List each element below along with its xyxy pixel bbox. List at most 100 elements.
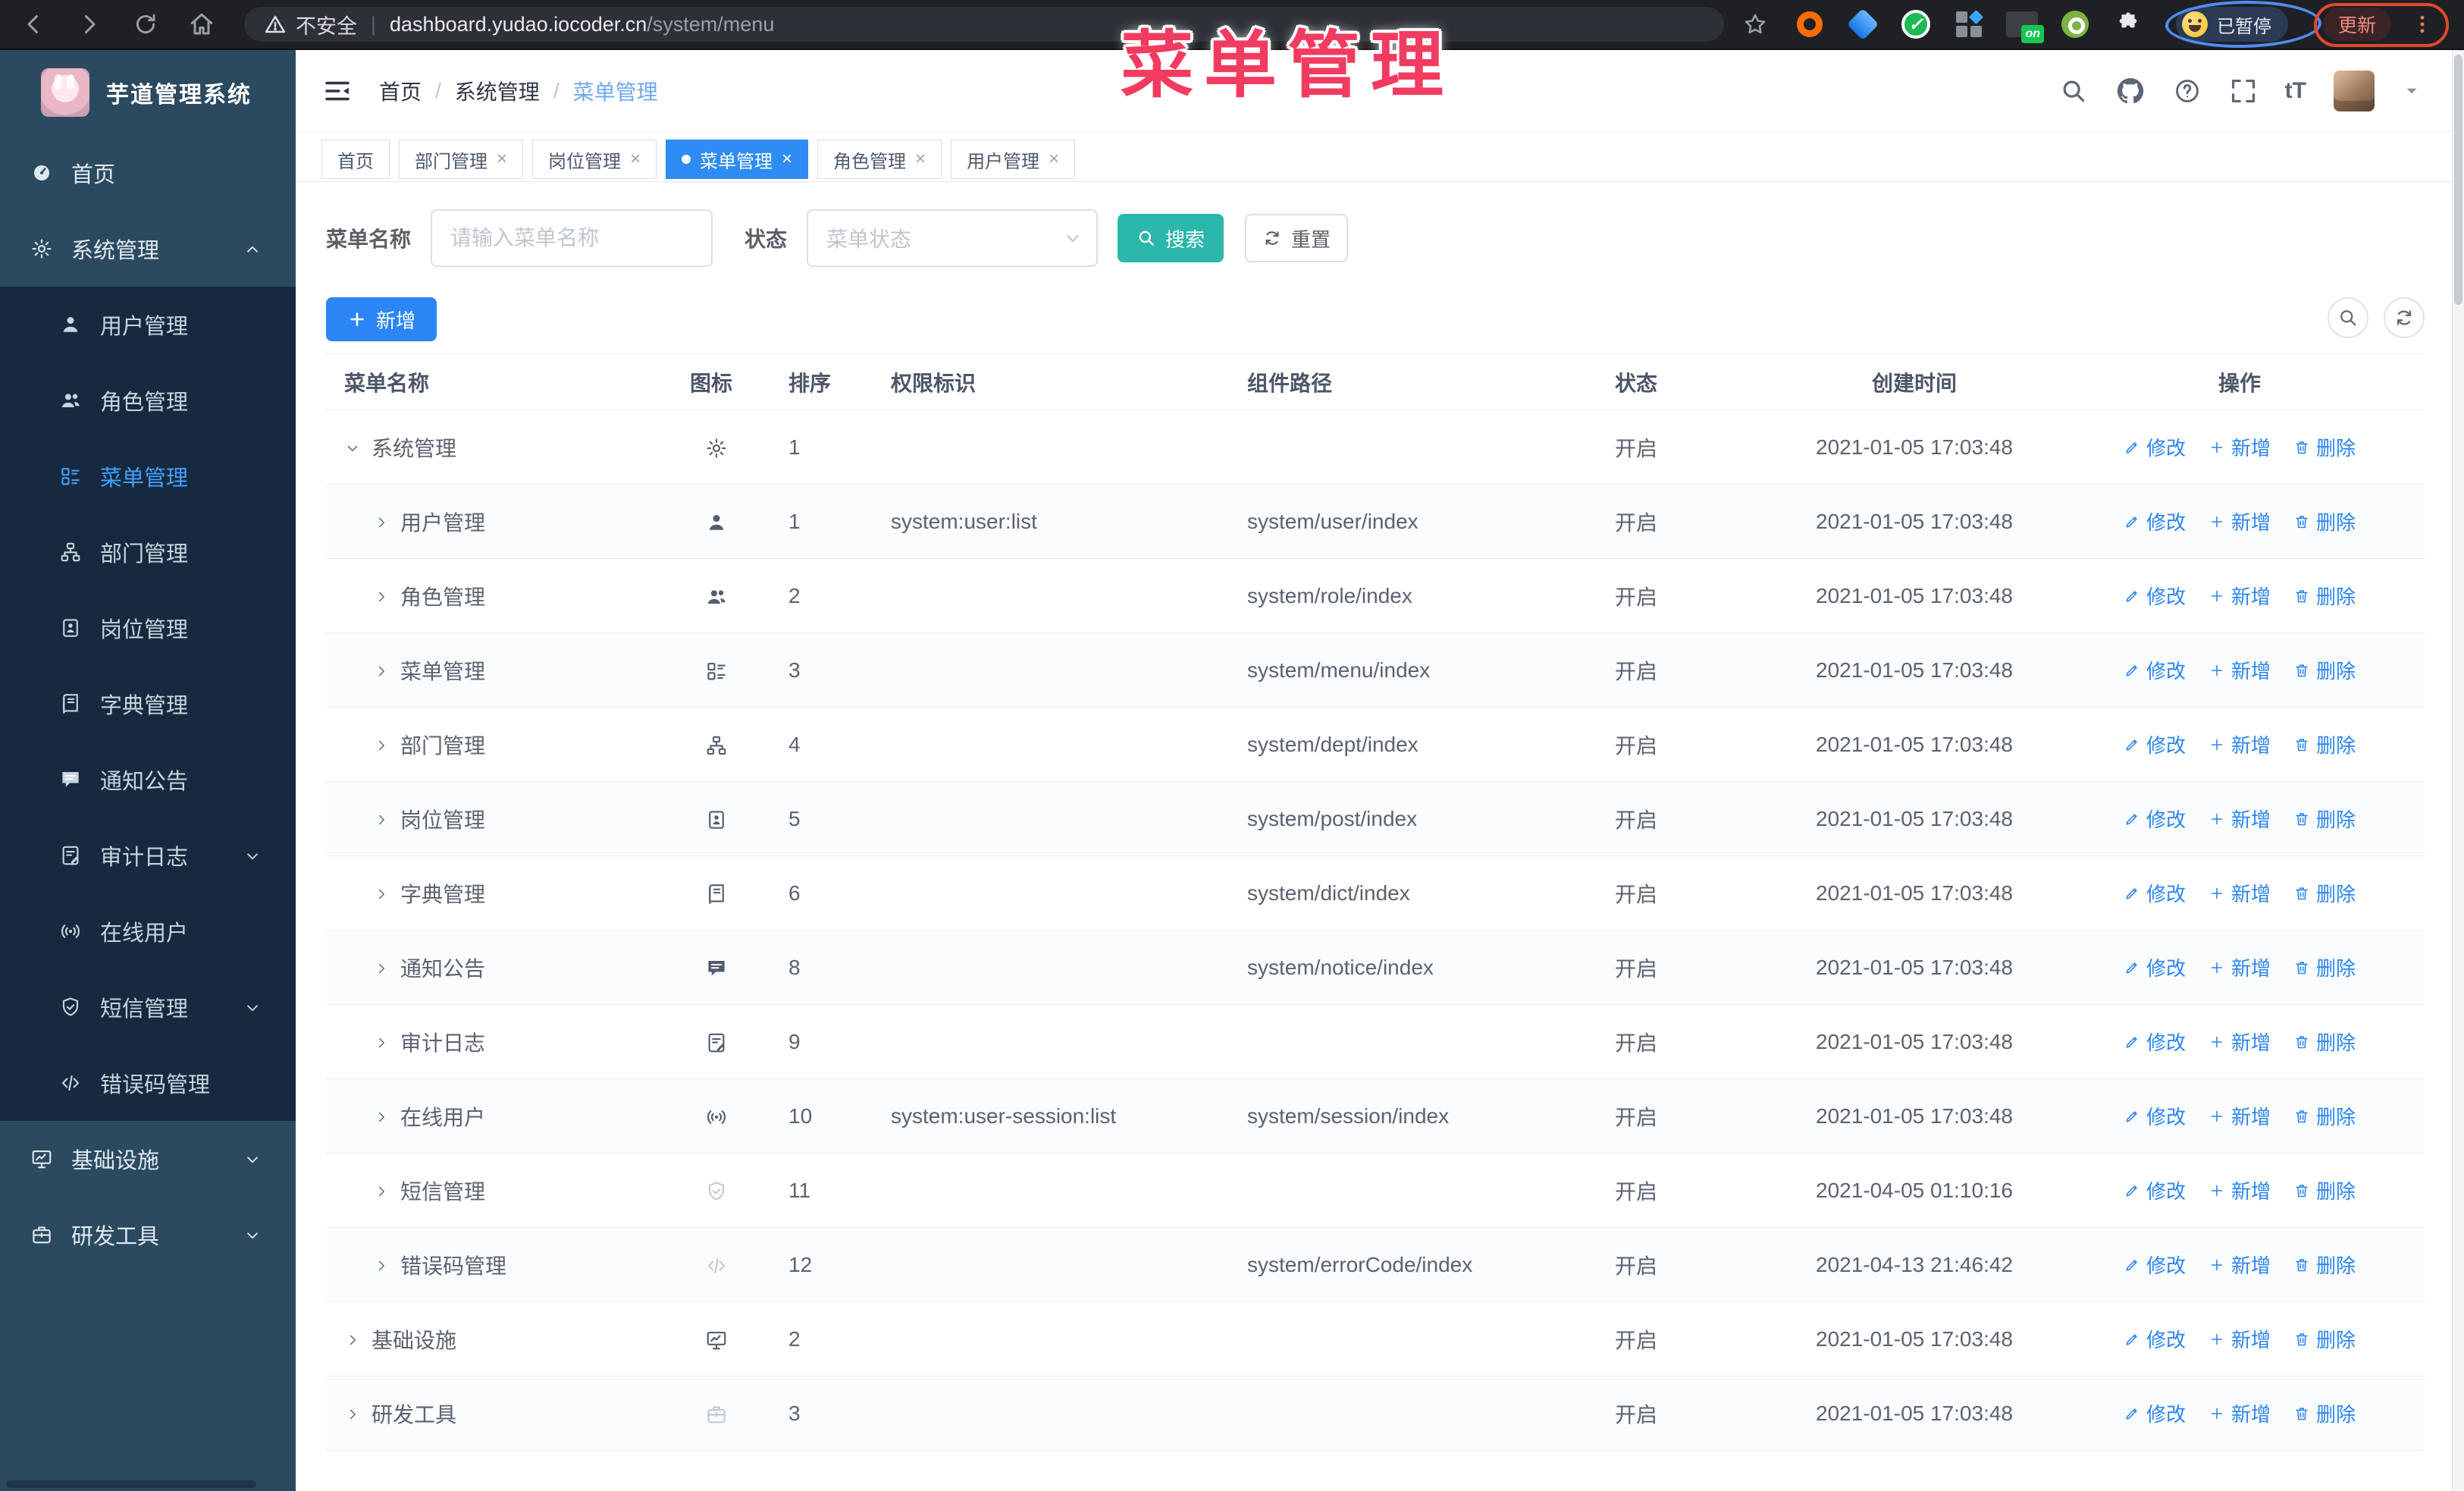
row-action-删除[interactable]: 删除 <box>2293 805 2356 833</box>
status-select[interactable]: 菜单状态 <box>807 209 1099 267</box>
expand-row-button[interactable] <box>373 658 390 683</box>
row-action-删除[interactable]: 删除 <box>2293 433 2356 461</box>
row-action-删除[interactable]: 删除 <box>2293 1251 2356 1279</box>
row-action-删除[interactable]: 删除 <box>2293 582 2356 610</box>
sidebar-item-角色管理[interactable]: 角色管理 <box>0 363 296 438</box>
help-button[interactable] <box>2173 77 2202 105</box>
expand-row-button[interactable] <box>344 1402 361 1426</box>
extension-icon-key[interactable] <box>2059 8 2091 40</box>
row-action-删除[interactable]: 删除 <box>2293 1102 2356 1130</box>
header-search-button[interactable] <box>2059 77 2088 105</box>
sidebar-item-研发工具[interactable]: 研发工具 <box>0 1197 296 1273</box>
expand-row-button[interactable] <box>344 1327 361 1351</box>
sidebar-item-字典管理[interactable]: 字典管理 <box>0 666 296 742</box>
tab-close-icon[interactable]: × <box>915 149 926 170</box>
reset-button[interactable]: 重置 <box>1245 214 1349 262</box>
tab-首页[interactable]: 首页 <box>321 140 390 179</box>
browser-forward-button[interactable] <box>67 3 112 46</box>
github-link[interactable] <box>2115 76 2146 106</box>
sidebar-item-系统管理[interactable]: 系统管理 <box>0 211 296 287</box>
profile-paused-chip[interactable]: 已暂停 <box>2165 0 2322 49</box>
sidebar-item-部门管理[interactable]: 部门管理 <box>0 514 296 590</box>
row-action-修改[interactable]: 修改 <box>2124 1176 2186 1204</box>
tab-岗位管理[interactable]: 岗位管理 × <box>532 140 657 179</box>
expand-row-button[interactable] <box>373 956 390 980</box>
browser-home-button[interactable] <box>179 3 224 46</box>
row-action-新增[interactable]: 新增 <box>2209 1399 2271 1427</box>
sidebar-item-短信管理[interactable]: 短信管理 <box>0 969 296 1045</box>
browser-back-button[interactable] <box>11 3 56 46</box>
extension-icon-on-switch[interactable]: on <box>2006 8 2044 43</box>
sidebar-scrollbar[interactable] <box>6 1480 256 1488</box>
tab-角色管理[interactable]: 角色管理 × <box>817 140 942 179</box>
row-action-新增[interactable]: 新增 <box>2209 1251 2271 1279</box>
row-action-删除[interactable]: 删除 <box>2293 656 2356 684</box>
tab-部门管理[interactable]: 部门管理 × <box>399 140 524 179</box>
row-action-新增[interactable]: 新增 <box>2209 656 2271 684</box>
expand-row-button[interactable] <box>373 1253 390 1277</box>
fullscreen-button[interactable] <box>2229 77 2258 105</box>
row-action-新增[interactable]: 新增 <box>2209 1028 2271 1056</box>
row-action-修改[interactable]: 修改 <box>2124 730 2186 758</box>
expand-row-button[interactable] <box>344 435 361 460</box>
browser-reload-button[interactable] <box>123 3 168 46</box>
tab-close-icon[interactable]: × <box>782 149 792 170</box>
show-search-toggle-button[interactable] <box>2328 297 2368 338</box>
sidebar-item-在线用户[interactable]: 在线用户 <box>0 893 296 969</box>
row-action-修改[interactable]: 修改 <box>2124 433 2186 461</box>
expand-row-button[interactable] <box>373 1104 390 1128</box>
row-action-删除[interactable]: 删除 <box>2293 1028 2356 1056</box>
row-action-删除[interactable]: 删除 <box>2293 1325 2356 1353</box>
extension-icon-grid[interactable] <box>1953 8 1985 40</box>
row-action-删除[interactable]: 删除 <box>2293 730 2356 758</box>
expand-row-button[interactable] <box>373 1030 390 1054</box>
extension-icon-orange[interactable] <box>1794 8 1826 40</box>
app-logo-row[interactable]: 芋道管理系统 <box>0 50 296 135</box>
add-button[interactable]: 新增 <box>326 297 437 341</box>
tab-close-icon[interactable]: × <box>497 149 507 170</box>
sidebar-item-首页[interactable]: 首页 <box>0 135 296 211</box>
browser-menu-button[interactable] <box>2411 11 2434 37</box>
expand-row-button[interactable] <box>373 807 390 831</box>
row-action-新增[interactable]: 新增 <box>2209 507 2271 535</box>
extension-icon-green-check[interactable]: ✓ <box>1900 8 1932 40</box>
breadcrumb-item[interactable]: 首页 <box>379 76 422 106</box>
font-size-button[interactable]: tT <box>2285 78 2306 104</box>
extension-icon-gem[interactable] <box>1846 8 1879 41</box>
address-bar[interactable]: 不安全 | dashboard.yudao.iocoder.cn/system/… <box>244 7 1724 42</box>
sidebar-item-用户管理[interactable]: 用户管理 <box>0 287 296 363</box>
extensions-puzzle-icon[interactable] <box>2112 8 2144 40</box>
page-scrollbar[interactable] <box>2452 50 2464 1491</box>
row-action-修改[interactable]: 修改 <box>2124 582 2186 610</box>
sidebar-item-岗位管理[interactable]: 岗位管理 <box>0 590 296 666</box>
row-action-修改[interactable]: 修改 <box>2124 1028 2186 1056</box>
sidebar-item-基础设施[interactable]: 基础设施 <box>0 1121 296 1197</box>
expand-row-button[interactable] <box>373 584 390 608</box>
tab-用户管理[interactable]: 用户管理 × <box>951 140 1076 179</box>
row-action-删除[interactable]: 删除 <box>2293 507 2356 535</box>
row-action-删除[interactable]: 删除 <box>2293 879 2356 907</box>
row-action-修改[interactable]: 修改 <box>2124 656 2186 684</box>
row-action-新增[interactable]: 新增 <box>2209 805 2271 833</box>
breadcrumb-item[interactable]: 系统管理 <box>455 76 540 106</box>
row-action-修改[interactable]: 修改 <box>2124 1102 2186 1130</box>
row-action-新增[interactable]: 新增 <box>2209 1325 2271 1353</box>
row-action-删除[interactable]: 删除 <box>2293 1399 2356 1427</box>
row-action-新增[interactable]: 新增 <box>2209 433 2271 461</box>
menu-name-input[interactable] <box>431 209 713 267</box>
row-action-修改[interactable]: 修改 <box>2124 805 2186 833</box>
avatar[interactable] <box>2334 70 2375 111</box>
row-action-新增[interactable]: 新增 <box>2209 953 2271 981</box>
row-action-修改[interactable]: 修改 <box>2124 879 2186 907</box>
row-action-新增[interactable]: 新增 <box>2209 1176 2271 1204</box>
row-action-修改[interactable]: 修改 <box>2124 1251 2186 1279</box>
row-action-新增[interactable]: 新增 <box>2209 879 2271 907</box>
user-menu-caret[interactable] <box>2402 81 2422 101</box>
tab-close-icon[interactable]: × <box>630 149 641 170</box>
sidebar-item-通知公告[interactable]: 通知公告 <box>0 742 296 818</box>
row-action-修改[interactable]: 修改 <box>2124 1325 2186 1353</box>
scrollbar-thumb[interactable] <box>2454 55 2462 305</box>
sidebar-item-菜单管理[interactable]: 菜单管理 <box>0 438 296 514</box>
browser-update-button[interactable]: 更新 <box>2323 8 2392 41</box>
search-button[interactable]: 搜索 <box>1118 214 1224 262</box>
